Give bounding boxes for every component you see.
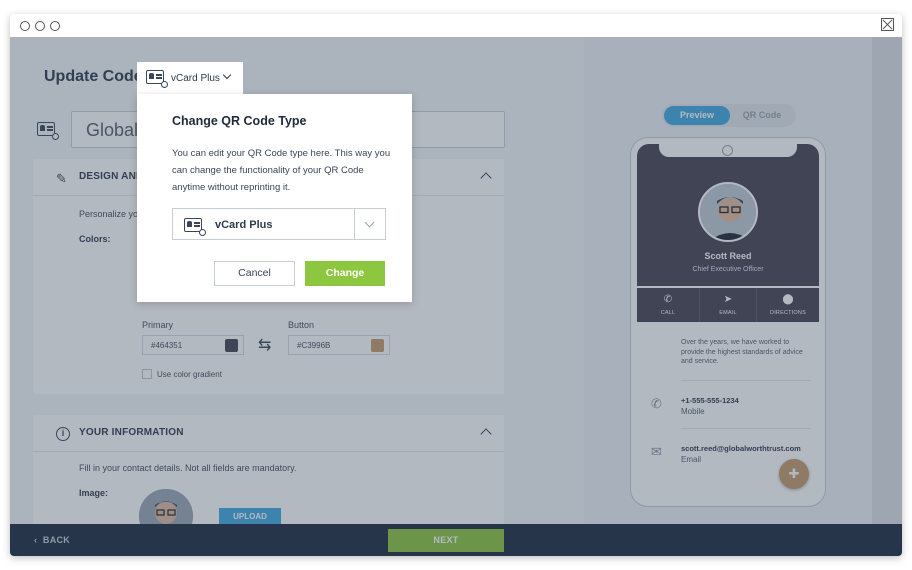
window-dot-1[interactable] bbox=[20, 21, 30, 31]
chevron-down-icon[interactable] bbox=[364, 217, 375, 228]
qr-type-selected: vCard Plus bbox=[215, 219, 273, 231]
vcard-icon bbox=[184, 218, 206, 236]
window-dot-2[interactable] bbox=[35, 21, 45, 31]
cancel-button[interactable]: Cancel bbox=[214, 261, 295, 286]
dialog-title: Change QR Code Type bbox=[172, 114, 307, 128]
window-close-icon[interactable] bbox=[881, 18, 894, 31]
qr-type-label: vCard Plus bbox=[171, 73, 220, 84]
vcard-icon bbox=[146, 70, 168, 88]
qr-type-select[interactable]: vCard Plus bbox=[172, 208, 386, 240]
window-titlebar bbox=[10, 14, 902, 37]
window-dot-3[interactable] bbox=[50, 21, 60, 31]
dialog-description: You can edit your QR Code type here. Thi… bbox=[172, 148, 391, 193]
qr-type-tab[interactable]: vCard Plus bbox=[137, 62, 243, 94]
chevron-down-icon bbox=[222, 70, 232, 80]
change-button[interactable]: Change bbox=[305, 261, 385, 286]
change-type-dialog: Change QR Code Type You can edit your QR… bbox=[137, 94, 412, 302]
select-divider bbox=[354, 209, 355, 239]
